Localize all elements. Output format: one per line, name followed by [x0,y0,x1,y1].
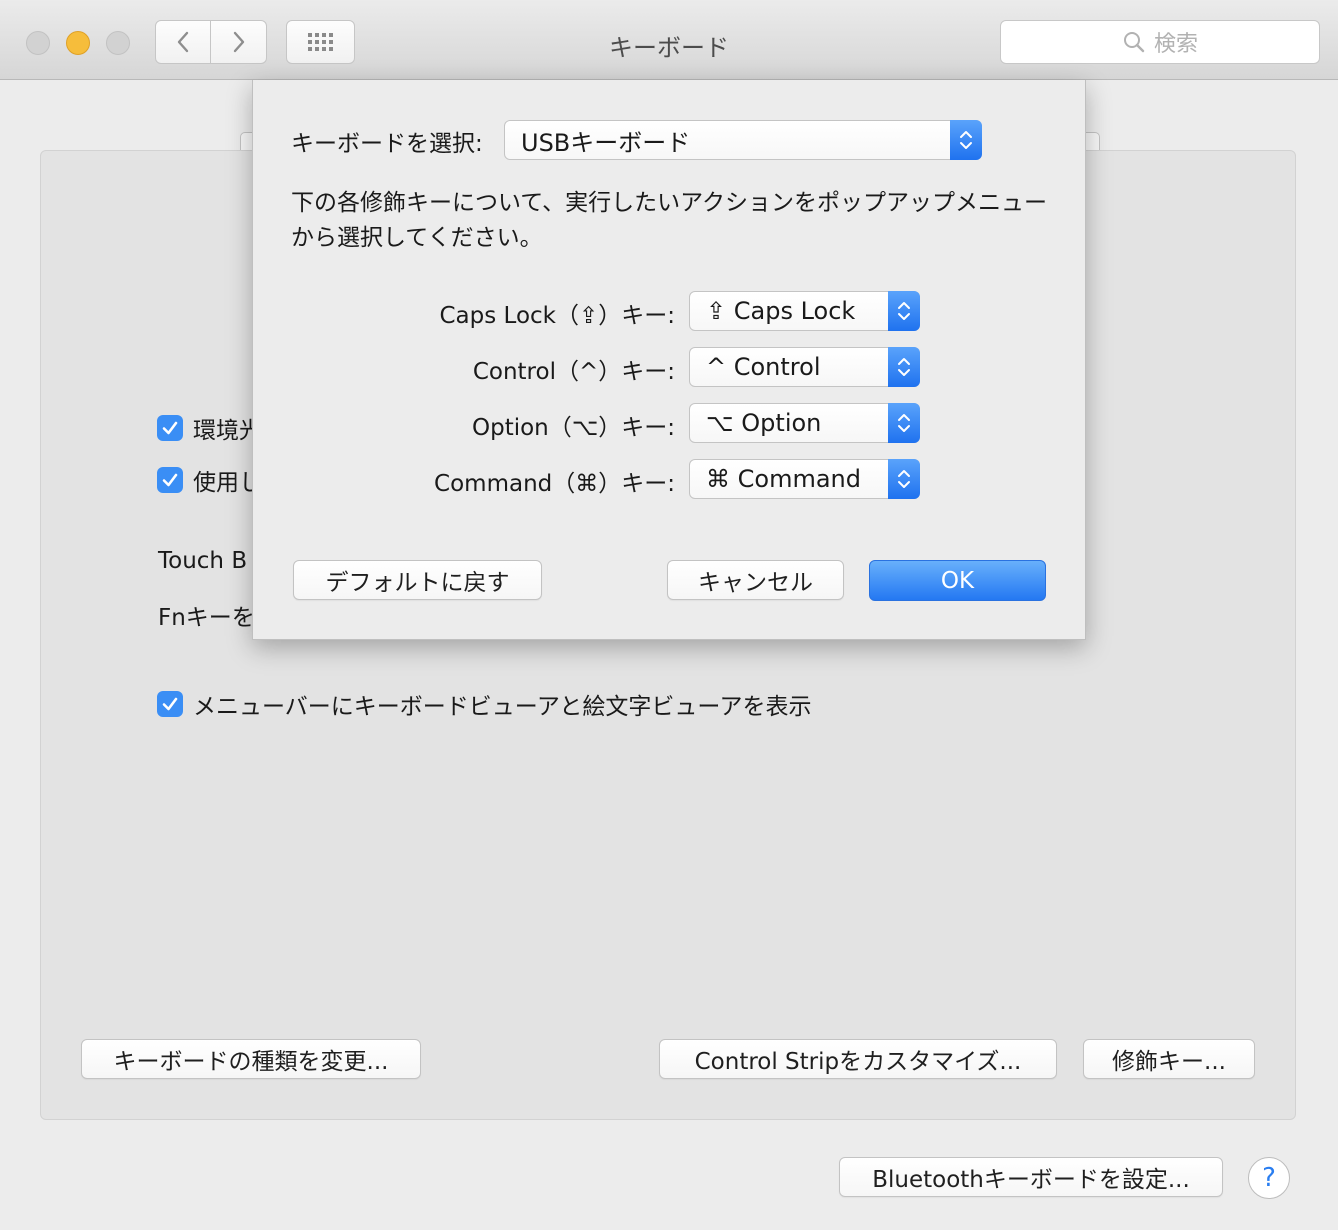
search-field[interactable]: 検索 [1000,20,1320,64]
control-key-popup[interactable]: ^ Control [689,347,920,387]
caps-lock-key-popup[interactable]: ⇪ Caps Lock [689,291,920,331]
control-key-label: Control（^）キー: [472,359,675,385]
search-placeholder: 検索 [1153,32,1198,57]
command-key-popup[interactable]: ⌘ Command [689,459,920,499]
control-key-value: ^ Control [706,353,821,381]
caps-lock-key-label: Caps Lock（⇪）キー: [439,303,675,329]
select-keyboard-popup[interactable]: USBキーボード [504,120,982,160]
show-viewers-in-menubar-checkbox[interactable]: メニューバーにキーボードビューアと絵文字ビューアを表示 [157,687,811,721]
restore-defaults-button[interactable]: デフォルトに戻す [293,560,542,600]
checkmark-icon [157,467,183,493]
change-keyboard-type-button[interactable]: キーボードの種類を変更... [81,1039,421,1079]
select-keyboard-label: キーボードを選択: [291,131,483,157]
cancel-button[interactable]: キャンセル [667,560,844,600]
setup-bluetooth-keyboard-button[interactable]: Bluetoothキーボードを設定... [839,1157,1223,1197]
instructions-text: 下の各修飾キーについて、実行したいアクションをポップアップメニューから選択してく… [291,190,1048,251]
select-keyboard-value: USBキーボード [521,128,691,157]
option-key-popup[interactable]: ⌥ Option [689,403,920,443]
touchbar-label: Touch B [158,548,248,574]
customize-control-strip-button[interactable]: Control Stripをカスタマイズ... [659,1039,1057,1079]
updown-arrows-icon [888,291,920,331]
help-button[interactable]: ? [1248,1157,1290,1199]
modifier-keys-button[interactable]: 修飾キー... [1083,1039,1255,1079]
ambient-light-checkbox[interactable]: 環境光 [157,411,262,445]
checkmark-icon [157,415,183,441]
updown-arrows-icon [950,120,982,160]
updown-arrows-icon [888,403,920,443]
fn-key-label: Fnキーを [158,605,255,631]
window-titlebar: キーボード 検索 [0,0,1338,80]
search-icon [1123,32,1145,53]
caps-lock-key-value: ⇪ Caps Lock [706,297,856,325]
modifier-keys-sheet: キーボードを選択: USBキーボード 下の各修飾キーについて、実行したいアクショ… [252,80,1086,640]
option-key-value: ⌥ Option [706,409,822,437]
use-checkbox[interactable]: 使用し [157,463,262,497]
show-viewers-in-menubar-label: メニューバーにキーボードビューアと絵文字ビューアを表示 [193,694,812,720]
updown-arrows-icon [888,459,920,499]
option-key-label: Option（⌥）キー: [471,415,675,441]
command-key-label: Command（⌘）キー: [434,471,675,497]
command-key-value: ⌘ Command [706,465,861,493]
checkmark-icon [157,691,183,717]
updown-arrows-icon [888,347,920,387]
ok-button[interactable]: OK [869,560,1046,601]
